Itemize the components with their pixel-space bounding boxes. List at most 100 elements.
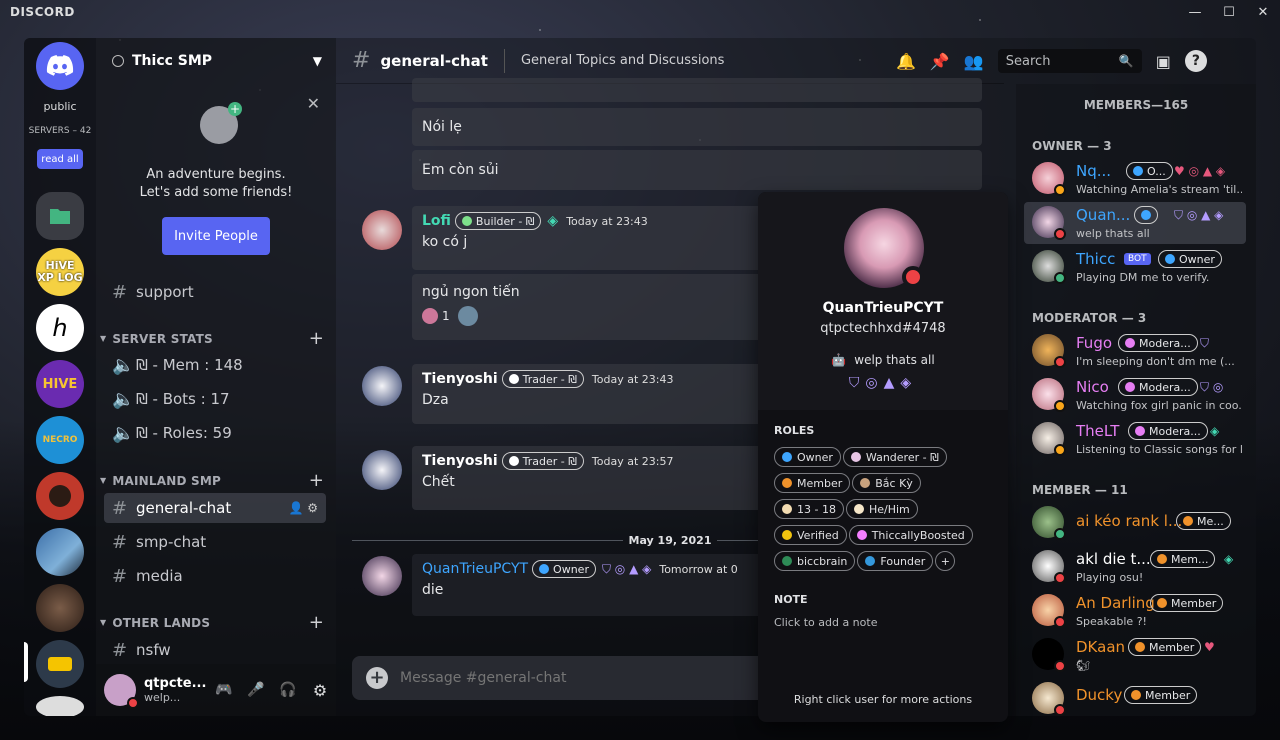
member-row[interactable]: Nico Modera... ⛉ ◎ Watching fox girl panic … <box>1024 374 1246 416</box>
channel-media[interactable]: # media <box>104 561 326 591</box>
role-pill[interactable]: Wanderer - ₪ <box>842 447 947 467</box>
member-row[interactable]: TheLT Modera... ◈ Listening to Classic song… <box>1024 418 1246 460</box>
member-row[interactable]: An Darling Member Speakable ?! <box>1024 590 1246 632</box>
invite-gear-icons[interactable]: 👤 ⚙ <box>288 501 318 515</box>
channel-label: general-chat <box>136 499 232 517</box>
channel-roles[interactable]: 🔈 ₪ - Roles: 59 <box>104 418 326 448</box>
help-icon[interactable]: ? <box>1184 50 1207 72</box>
channel-bots[interactable]: 🔈 ₪ - Bots : 17 <box>104 384 326 414</box>
headphones-icon[interactable]: 🎧 <box>272 682 304 698</box>
add-channel-icon[interactable]: + <box>309 470 324 491</box>
member-row[interactable]: akl die t... Mem... ◈ Playing osu! <box>1024 546 1246 588</box>
avatar[interactable] <box>362 366 402 406</box>
close-window-button[interactable]: ✕ <box>1246 0 1280 24</box>
folder-button[interactable] <box>36 192 84 240</box>
member-row[interactable]: DKaan Member ♥ 🐿 <box>1024 634 1246 676</box>
role-pill[interactable]: Founder <box>857 551 934 571</box>
avatar[interactable] <box>844 208 924 288</box>
hash-icon: # <box>112 497 128 519</box>
role-name: Verified <box>797 528 839 542</box>
channel-general-chat[interactable]: # general-chat 👤 ⚙ <box>104 493 326 523</box>
channel-support[interactable]: # support <box>104 277 326 307</box>
channel-nsfw[interactable]: # nsfw <box>104 635 326 665</box>
attach-plus-icon[interactable]: + <box>366 667 388 689</box>
settings-gear-icon[interactable]: ⚙ <box>304 681 336 700</box>
member-row-selected[interactable]: Quan... ⛉ ◎ ▲ ◈ welp thats all <box>1024 202 1246 244</box>
hash-icon: # <box>112 281 128 303</box>
role-pill[interactable]: Verified <box>774 525 847 545</box>
bell-icon[interactable]: 🔔 <box>896 52 916 71</box>
message-author[interactable]: Tienyoshi <box>422 371 498 387</box>
member-status: Listening to Classic songs for l... <box>1076 443 1242 456</box>
role-pill[interactable]: 13 - 18 <box>774 499 844 519</box>
member-status: Speakable ?! <box>1076 615 1147 628</box>
avatar[interactable] <box>362 210 402 250</box>
title-bar: DISCORD — ☐ ✕ <box>0 0 1280 24</box>
pin-icon[interactable]: 📌 <box>930 52 950 71</box>
member-name: akl die t... <box>1076 550 1151 568</box>
member-row[interactable]: Thicc BOT Owner Playing DM me to verify. <box>1024 246 1246 288</box>
add-role-button[interactable]: + <box>935 551 956 571</box>
server-hair[interactable] <box>36 584 84 632</box>
server-yellow[interactable] <box>36 640 84 688</box>
channel-mem[interactable]: 🔈 ₪ - Mem : 148 <box>104 350 326 380</box>
role-pill[interactable]: Member <box>774 473 851 493</box>
member-row[interactable]: Fugo Modera... ⛉ I'm sleeping don't dm me (… <box>1024 330 1246 372</box>
close-icon[interactable]: ✕ <box>307 94 320 113</box>
avatar[interactable] <box>362 556 402 596</box>
server-more[interactable] <box>36 696 84 716</box>
members-icon[interactable]: 👥 <box>964 52 984 71</box>
minimize-button[interactable]: — <box>1178 0 1212 24</box>
dnd-status-icon <box>1054 572 1066 584</box>
invite-line1: An adventure begins. <box>146 167 286 182</box>
category-mainland-smp[interactable]: ▼ MAINLAND SMP + <box>100 470 324 491</box>
search-box[interactable]: Search 🔍 <box>997 49 1142 73</box>
avatar[interactable] <box>362 450 402 490</box>
member-row[interactable]: Nq... O... ♥ ◎ ▲ ◈ Watching Amelia's stream… <box>1024 158 1246 200</box>
role-pill[interactable]: ThiccallyBoosted <box>848 525 973 545</box>
message-author[interactable]: QuanTrieuPCYT <box>422 561 528 577</box>
channel-label: nsfw <box>136 641 171 659</box>
add-reaction-icon[interactable] <box>457 306 478 326</box>
member-row[interactable]: Ducky Member <box>1024 678 1246 716</box>
channel-topic: General Topics and Discussions <box>520 53 725 68</box>
role-pill[interactable]: Owner <box>774 447 841 467</box>
server-header[interactable]: Thicc SMP ▼ <box>96 38 336 84</box>
role-pill[interactable]: He/Him <box>845 499 918 519</box>
server-city[interactable] <box>36 528 84 576</box>
read-all-button[interactable]: read all <box>37 149 83 169</box>
role-tag: Trader - ₪ <box>501 452 584 470</box>
add-channel-icon[interactable]: + <box>309 612 324 633</box>
invite-people-button[interactable]: Invite People <box>162 217 270 255</box>
server-necro[interactable]: NECRO <box>36 416 84 464</box>
category-server-stats[interactable]: ▼ SERVER STATS + <box>100 328 324 349</box>
channel-smp-chat[interactable]: # smp-chat <box>104 527 326 557</box>
note-input[interactable]: Click to add a note <box>774 616 992 629</box>
member-status: Watching fox girl panic in coo... <box>1076 399 1242 412</box>
message-author[interactable]: Lofi <box>422 213 451 229</box>
server-avatar[interactable] <box>36 472 84 520</box>
badge-icons: ♥ ◎ ▲ ◈ <box>1174 164 1226 178</box>
category-other-lands[interactable]: ▼ OTHER LANDS + <box>100 612 324 633</box>
avatar[interactable] <box>104 674 139 709</box>
server-h[interactable]: h <box>36 304 84 352</box>
channel-title: general-chat <box>380 51 488 70</box>
gamepad-icon[interactable]: 🎮 <box>208 682 240 698</box>
badge-icons: ⛉ ◎ ▲ ◈ <box>601 562 652 576</box>
member-row[interactable]: ai kéo rank l... Me... <box>1024 502 1246 544</box>
server-hive[interactable]: HIVE <box>36 360 84 408</box>
message-text: Nói lẹ <box>412 108 982 146</box>
message-author[interactable]: Tienyoshi <box>422 453 498 469</box>
idle-status-icon <box>1054 184 1066 196</box>
maximize-button[interactable]: ☐ <box>1212 0 1246 24</box>
role-pill[interactable]: biccbrain <box>774 551 856 571</box>
add-channel-icon[interactable]: + <box>309 328 324 349</box>
role-pill[interactable]: Bắc Kỳ <box>852 473 921 493</box>
server-hive-xp-log[interactable]: HiVE XP LOG <box>36 248 84 296</box>
android-icon: 🤖 <box>831 353 847 367</box>
date-label: May 19, 2021 <box>628 534 712 547</box>
inbox-icon[interactable]: ▣ <box>1156 52 1171 71</box>
home-button[interactable] <box>36 42 84 90</box>
microphone-icon[interactable]: 🎤 <box>240 682 272 698</box>
role-label: Member <box>1145 688 1191 702</box>
